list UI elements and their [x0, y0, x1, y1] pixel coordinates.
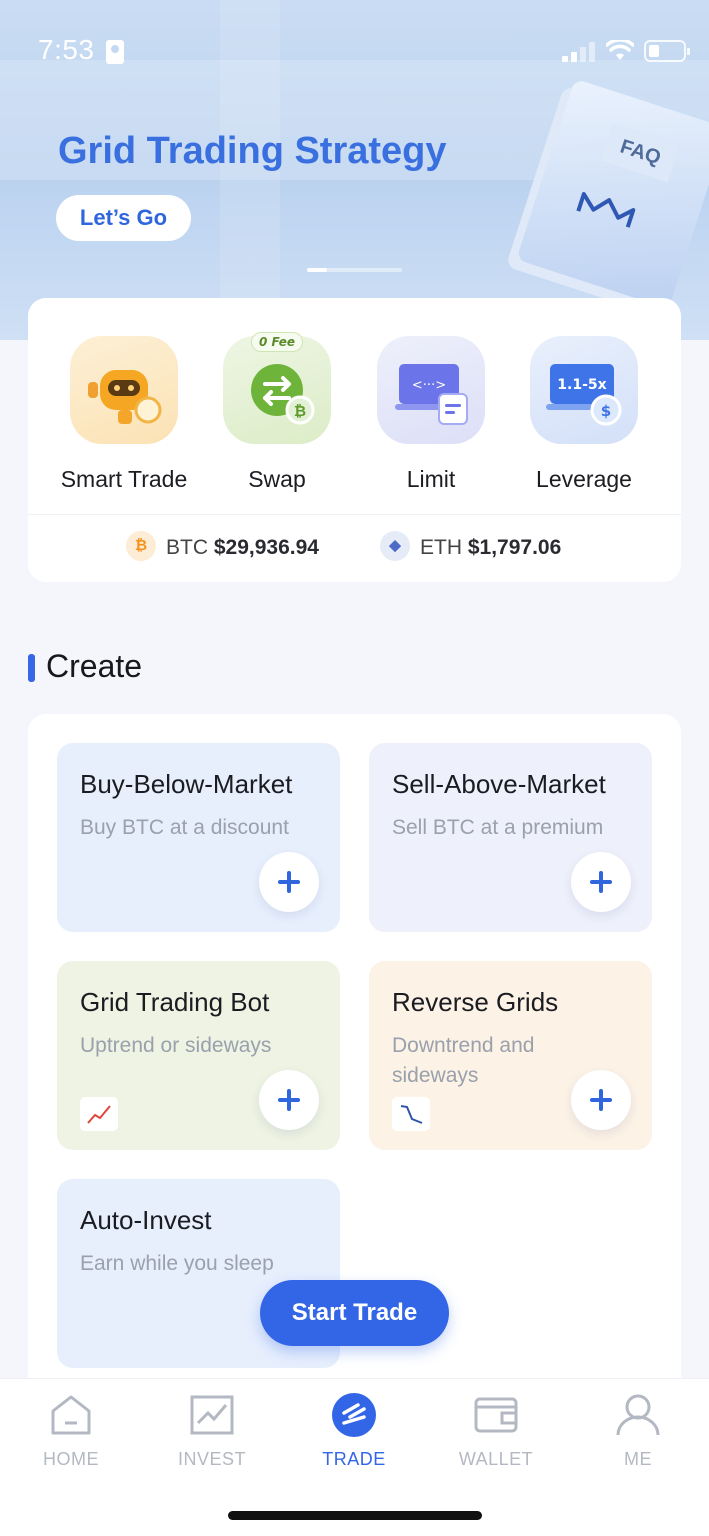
eth-coin-icon: ◆ [380, 531, 410, 562]
card-subtitle: Sell BTC at a premium [392, 816, 604, 839]
zero-fee-badge: 0 Fee [251, 332, 303, 352]
tab-label: TRADE [322, 1449, 386, 1469]
svg-text:$: $ [601, 402, 611, 420]
card-title: Reverse Grids [392, 987, 559, 1017]
sell-above-market-card[interactable]: Sell-Above-Market Sell BTC at a premium [369, 743, 652, 932]
wifi-icon [606, 40, 634, 60]
leverage-icon: 1.1-5x $ [530, 336, 638, 444]
buy-below-market-card[interactable]: Buy-Below-Market Buy BTC at a discount [57, 743, 340, 932]
tab-label: WALLET [458, 1449, 534, 1469]
swap-action[interactable]: 0 Fee ₿ Swap [207, 332, 347, 493]
leverage-action[interactable]: 1.1-5x $ Leverage [514, 336, 654, 493]
btc-symbol: BTC [166, 536, 208, 559]
home-icon [47, 1391, 95, 1439]
banner-title: Grid Trading Strategy [58, 130, 447, 172]
wallet-icon [472, 1391, 520, 1439]
downtrend-chart-icon [392, 1097, 430, 1131]
banner-pager [307, 268, 402, 272]
smart-trade-action[interactable]: Smart Trade [54, 336, 194, 493]
tab-label: HOME [43, 1449, 99, 1469]
card-subtitle: Uptrend or sideways [80, 1034, 272, 1057]
id-card-icon [106, 40, 124, 64]
robot-icon [70, 336, 178, 444]
svg-text:<···>: <···> [412, 378, 446, 393]
leverage-label: Leverage [536, 466, 632, 492]
card-title: Grid Trading Bot [80, 987, 270, 1017]
limit-label: Limit [406, 466, 456, 492]
eth-price[interactable]: ◆ ETH $1,797.06 [380, 530, 561, 566]
tab-label: ME [624, 1449, 652, 1469]
home-indicator [228, 1511, 482, 1520]
card-title: Buy-Below-Market [80, 769, 293, 799]
swap-label: Swap [248, 466, 306, 492]
card-title: Auto-Invest [80, 1205, 212, 1235]
trade-icon [330, 1391, 378, 1439]
status-time: 7:53 [38, 34, 95, 65]
tab-label: INVEST [177, 1449, 246, 1469]
limit-action[interactable]: <···> Limit [361, 336, 501, 493]
add-button[interactable] [259, 1070, 319, 1130]
card-subtitle: Downtrend and sideways [392, 1034, 535, 1087]
card-title: Sell-Above-Market [392, 769, 606, 799]
cellular-signal-icon [562, 42, 595, 62]
section-accent-bar [28, 654, 35, 682]
reverse-grids-card[interactable]: Reverse Grids Downtrend and sideways [369, 961, 652, 1150]
tab-wallet[interactable]: WALLET [441, 1391, 551, 1470]
card-subtitle: Buy BTC at a discount [80, 816, 289, 839]
add-button[interactable] [259, 852, 319, 912]
tab-invest[interactable]: INVEST [157, 1391, 267, 1470]
quick-actions-card: Smart Trade 0 Fee ₿ Swap <···> Limit 1.1… [28, 298, 681, 582]
battery-icon [644, 40, 690, 62]
card-subtitle: Earn while you sleep [80, 1252, 274, 1275]
btc-price-value: $29,936.94 [213, 536, 319, 559]
btc-coin-icon: ₿ [126, 531, 156, 562]
limit-order-icon: <···> [377, 336, 485, 444]
eth-price-value: $1,797.06 [467, 536, 562, 559]
create-section-title: Create [46, 648, 143, 684]
btc-price[interactable]: ₿ BTC $29,936.94 [126, 530, 319, 566]
leverage-range-text: 1.1-5x [557, 377, 606, 393]
add-button[interactable] [571, 852, 631, 912]
lets-go-button[interactable]: Let’s Go [56, 195, 191, 241]
start-trade-button[interactable]: Start Trade [260, 1280, 449, 1346]
swap-icon: 0 Fee ₿ [223, 332, 331, 444]
promo-banner[interactable]: 7:53 Grid Trading Strategy Let’s Go FAQ [0, 0, 709, 340]
profile-icon [614, 1391, 662, 1439]
divider [28, 514, 681, 515]
grid-trading-bot-card[interactable]: Grid Trading Bot Uptrend or sideways [57, 961, 340, 1150]
uptrend-chart-icon [80, 1097, 118, 1131]
smart-trade-label: Smart Trade [60, 466, 188, 492]
tab-trade[interactable]: TRADE [299, 1391, 409, 1470]
add-button[interactable] [571, 1070, 631, 1130]
tab-me[interactable]: ME [583, 1391, 693, 1470]
invest-chart-icon [188, 1391, 236, 1439]
tab-home[interactable]: HOME [16, 1391, 126, 1470]
eth-symbol: ETH [420, 536, 462, 559]
svg-text:₿: ₿ [294, 402, 306, 420]
